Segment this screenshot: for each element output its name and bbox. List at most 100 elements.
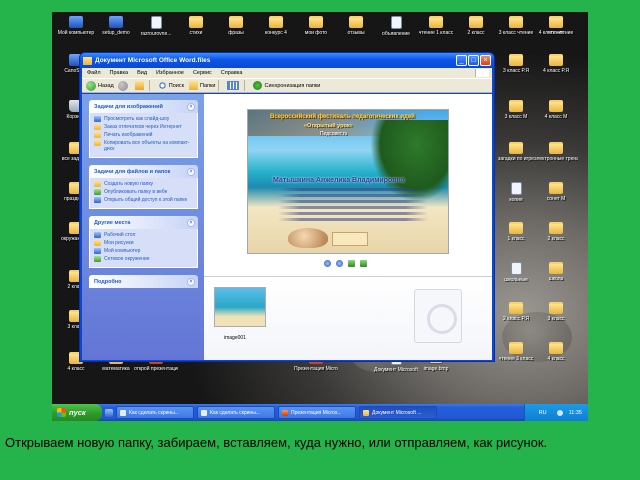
sync-folder-button[interactable]: Синхронизация папки xyxy=(264,83,320,89)
folders-button[interactable]: Папки xyxy=(200,83,215,89)
share-folder-icon xyxy=(94,197,101,203)
folder-icon xyxy=(549,222,563,234)
menu-file[interactable]: Файл xyxy=(87,70,101,76)
desktop-icon[interactable]: 2 класс Р.Я xyxy=(494,302,538,336)
desktop-icon[interactable]: 3 класс Р.Я xyxy=(494,54,538,88)
desktop-icon[interactable]: 2 класс xyxy=(534,222,578,256)
taskbar-button[interactable]: Как сделать скрины... xyxy=(116,406,194,419)
desktop-icon-label: 2 класс xyxy=(467,30,485,36)
system-tray: RU 11:35 xyxy=(524,404,588,421)
desktop-icon[interactable]: школа xyxy=(534,262,578,296)
desktop-icon[interactable]: чтение xyxy=(534,16,578,50)
desktop-icon[interactable]: фразы xyxy=(214,16,258,50)
chevron-up-icon[interactable]: ˄ xyxy=(187,102,195,111)
desktop-icon-label: мои фото xyxy=(304,30,328,36)
task-panel-header[interactable]: Задачи для файлов и папок ˄ xyxy=(89,165,198,178)
previous-image-icon[interactable] xyxy=(324,260,331,267)
minimize-button[interactable]: _ xyxy=(456,55,467,66)
desktop-icon[interactable]: школьные xyxy=(494,262,538,296)
taskbar-button-label: Как сделать скрины... xyxy=(210,409,260,416)
volume-icon[interactable] xyxy=(556,409,563,416)
desktop-icon[interactable]: электронные тренажёры xyxy=(534,142,578,176)
menu-favorites[interactable]: Избранное xyxy=(156,70,184,76)
search-button[interactable]: Поиск xyxy=(169,83,184,89)
chevron-up-icon[interactable]: ˄ xyxy=(187,167,195,176)
task-link[interactable]: Рабочий стол xyxy=(94,232,193,238)
task-panel-body: Создать новую папку Опубликовать папку в … xyxy=(89,178,198,209)
desktop-icon[interactable]: setup_demo xyxy=(94,16,138,50)
language-indicator[interactable]: RU xyxy=(539,410,547,416)
task-link[interactable]: Опубликовать папку в вебе xyxy=(94,189,193,195)
task-panel-header[interactable]: Задачи для изображений ˄ xyxy=(89,100,198,113)
task-panel-header[interactable]: Подробно ˄ xyxy=(89,275,198,288)
desktop-icon[interactable]: загадки по игре xyxy=(494,142,538,176)
desktop-icon[interactable]: объявление xyxy=(374,16,418,50)
desktop-icon[interactable]: 2 класс xyxy=(454,16,498,50)
desktop-icon[interactable]: мои фото xyxy=(294,16,338,50)
taskbar-button[interactable]: Презентация Micros... xyxy=(278,406,356,419)
task-pane: Задачи для изображений ˄ Просмотреть как с… xyxy=(82,94,204,360)
task-link[interactable]: Заказ отпечатков через Интернет xyxy=(94,124,193,130)
desktop-icon[interactable]: Мой компьютер xyxy=(54,16,98,50)
up-folder-icon[interactable] xyxy=(134,81,144,90)
back-button[interactable]: Назад xyxy=(98,83,114,89)
quick-launch-icon[interactable] xyxy=(105,408,113,417)
desktop-icon[interactable]: конкурс 4 xyxy=(254,16,298,50)
folder-icon xyxy=(549,302,563,314)
desktop-icon[interactable]: razrourovne... xyxy=(134,16,178,50)
desktop-icon[interactable]: отзывы xyxy=(334,16,378,50)
task-link[interactable]: Мой компьютер xyxy=(94,248,193,254)
task-panel-header[interactable]: Другие места ˄ xyxy=(89,216,198,229)
desktop-icon[interactable]: копия xyxy=(494,182,538,216)
views-icon[interactable] xyxy=(227,81,240,90)
desktop-icon-label: сонет М xyxy=(546,196,566,202)
explorer-window[interactable]: Документ Microsoft Office Word.files _ □… xyxy=(79,52,495,362)
next-image-icon[interactable] xyxy=(336,260,343,267)
folder-icon xyxy=(429,16,443,28)
task-link[interactable]: Мои рисунки xyxy=(94,240,193,246)
task-link[interactable]: Сетевое окружение xyxy=(94,256,193,262)
desktop-icon-label: razrourovne... xyxy=(140,31,172,37)
start-button[interactable]: пуск xyxy=(52,404,102,421)
task-link[interactable]: Создать новую папку xyxy=(94,181,193,187)
task-link[interactable]: Просмотреть как слайд-шоу xyxy=(94,116,193,122)
window-titlebar[interactable]: Документ Microsoft Office Word.files _ □… xyxy=(80,53,494,68)
desktop-icon[interactable]: 4 класс xyxy=(534,342,578,376)
image-preview[interactable]: Всероссийский фестиваль педагогических и… xyxy=(247,109,449,254)
chevron-up-icon[interactable]: ˄ xyxy=(187,277,195,286)
setup-icon xyxy=(109,16,123,28)
image-thumbnail[interactable] xyxy=(214,287,266,327)
desktop-icon-label: 4 класс М xyxy=(544,114,568,120)
desktop-icon[interactable]: 1 класс xyxy=(494,222,538,256)
folder-icon xyxy=(549,262,563,274)
maximize-button[interactable]: □ xyxy=(468,55,479,66)
task-link[interactable]: Печать изображений xyxy=(94,132,193,138)
desktop-icon[interactable]: 4 класс Р.Я xyxy=(534,54,578,88)
forward-arrow-icon[interactable] xyxy=(117,80,128,91)
folder-icon xyxy=(549,54,563,66)
menu-tools[interactable]: Сервис xyxy=(193,70,212,76)
task-panel: Задачи для изображений ˄ Просмотреть как с… xyxy=(89,100,198,158)
chevron-up-icon[interactable]: ˄ xyxy=(187,218,195,227)
taskbar-button-active[interactable]: Документ Microsoft ... xyxy=(359,406,437,419)
desktop-icon-label: 2 класс Р.Я xyxy=(503,316,529,322)
task-link[interactable]: Открыть общий доступ к этой папке xyxy=(94,197,193,203)
task-link[interactable]: Копировать все объекты на компакт-диск xyxy=(94,140,193,152)
desktop-icon[interactable]: стихи xyxy=(174,16,218,50)
rotate-left-icon[interactable] xyxy=(348,260,355,267)
rotate-right-icon[interactable] xyxy=(360,260,367,267)
desktop-icon[interactable]: 3 класс М xyxy=(494,100,538,134)
desktop-icon[interactable]: чтение 1 класс xyxy=(414,16,458,50)
desktop-icon[interactable]: 4 класс М xyxy=(534,100,578,134)
menu-help[interactable]: Справка xyxy=(221,70,243,76)
desktop-icon[interactable]: чтение 3 класс xyxy=(494,342,538,376)
desktop-icon[interactable]: сонет М xyxy=(534,182,578,216)
folder-icon xyxy=(509,54,523,66)
desktop-icon[interactable]: 3 класс чтение xyxy=(494,16,538,50)
menu-view[interactable]: Вид xyxy=(137,70,147,76)
back-arrow-icon[interactable] xyxy=(86,80,96,91)
close-button[interactable]: × xyxy=(480,55,491,66)
desktop-icon[interactable]: 3 класс xyxy=(534,302,578,336)
taskbar-button[interactable]: Как сделать скрины... xyxy=(197,406,275,419)
menu-edit[interactable]: Правка xyxy=(110,70,129,76)
